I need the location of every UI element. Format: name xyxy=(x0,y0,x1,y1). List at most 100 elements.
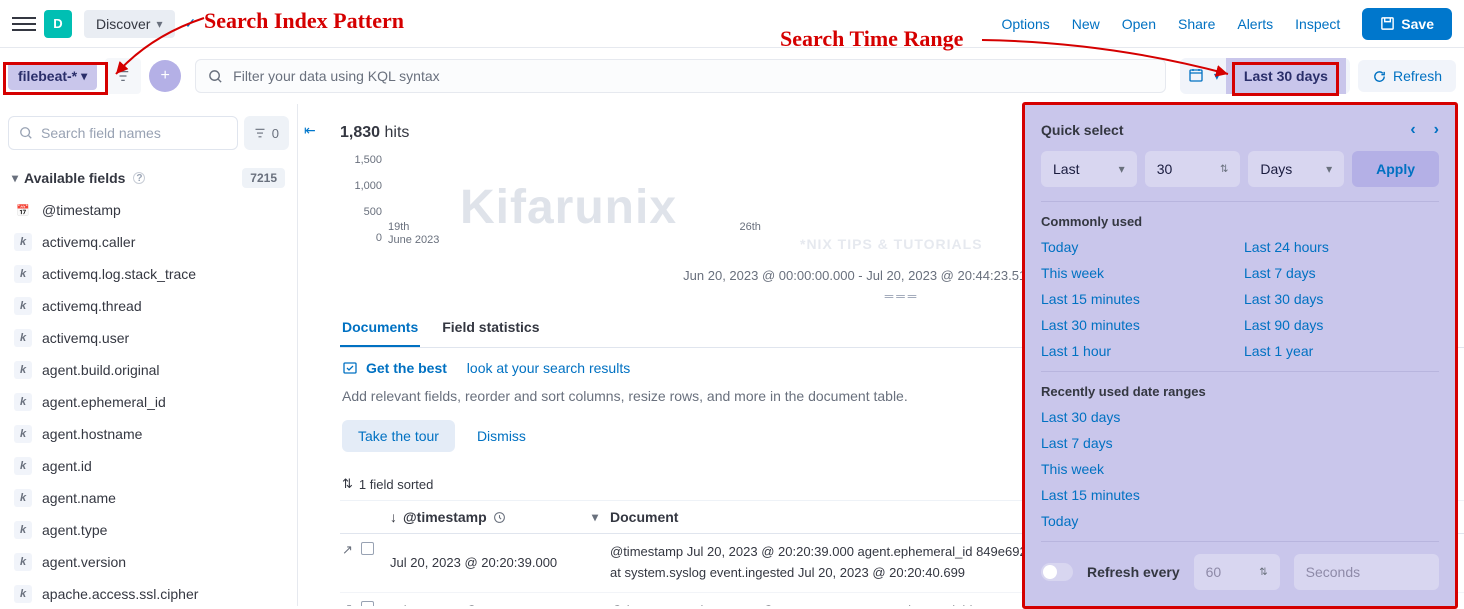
field-filter-count-button[interactable]: 0 xyxy=(244,116,289,150)
refresh-button[interactable]: Refresh xyxy=(1358,60,1456,92)
available-fields-count: 7215 xyxy=(242,168,285,188)
sort-desc-icon: ↓ xyxy=(390,509,397,525)
recent-range-link[interactable]: This week xyxy=(1041,461,1439,477)
date-picker[interactable]: ▾ Last 30 days xyxy=(1180,58,1350,94)
alerts-link[interactable]: Alerts xyxy=(1237,16,1273,32)
filter-icon xyxy=(116,69,130,83)
field-name: activemq.thread xyxy=(42,298,142,314)
options-link[interactable]: Options xyxy=(1001,16,1049,32)
share-link[interactable]: Share xyxy=(1178,16,1215,32)
quick-select-popover: Quick select ‹ › Last▾ 30⇅ Days▾ Apply C… xyxy=(1022,102,1458,609)
field-row[interactable]: kagent.name xyxy=(8,482,289,514)
keyword-type-icon: k xyxy=(14,361,32,379)
filter-icon xyxy=(254,127,266,139)
checkbox[interactable] xyxy=(361,542,374,555)
add-filter-button[interactable]: + xyxy=(149,60,181,92)
clock-icon xyxy=(493,511,506,524)
quick-select-unit[interactable]: Days▾ xyxy=(1248,151,1344,187)
time-preset-link[interactable]: Last 24 hours xyxy=(1244,239,1439,255)
keyword-type-icon: k xyxy=(14,393,32,411)
discover-selector[interactable]: Discover ▾ xyxy=(84,10,175,38)
field-row[interactable]: kapache.access.ssl.cipher xyxy=(8,578,289,606)
tab-documents[interactable]: Documents xyxy=(340,309,420,347)
field-row[interactable]: k agent.type xyxy=(8,514,289,546)
refresh-unit-select[interactable]: Seconds xyxy=(1294,554,1439,590)
time-preset-link[interactable]: Last 90 days xyxy=(1244,317,1439,333)
menu-icon[interactable] xyxy=(12,12,36,36)
chevron-down-icon[interactable]: ▾ xyxy=(1214,69,1220,83)
field-search-input[interactable]: Search field names xyxy=(8,116,238,150)
app-logo: D xyxy=(44,10,72,38)
time-preset-link[interactable]: Last 15 minutes xyxy=(1041,291,1236,307)
refresh-icon xyxy=(1372,69,1387,84)
checkbox[interactable] xyxy=(361,601,374,606)
column-timestamp-header[interactable]: ↓ @timestamp ▾ xyxy=(390,509,610,525)
kql-search-input[interactable]: Filter your data using KQL syntax xyxy=(195,59,1166,93)
field-name: @timestamp xyxy=(42,202,121,218)
recent-range-link[interactable]: Last 7 days xyxy=(1041,435,1439,451)
time-preset-link[interactable]: Last 30 days xyxy=(1244,291,1439,307)
keyword-type-icon: k xyxy=(14,489,32,507)
new-link[interactable]: New xyxy=(1072,16,1100,32)
recent-range-link[interactable]: Last 15 minutes xyxy=(1041,487,1439,503)
time-preset-link[interactable]: Last 30 minutes xyxy=(1041,317,1236,333)
field-row[interactable]: kagent.id xyxy=(8,450,289,482)
tab-field-statistics[interactable]: Field statistics xyxy=(440,309,541,347)
chevron-down-icon: ▾ xyxy=(12,171,18,185)
prev-range-button[interactable]: ‹ xyxy=(1410,121,1415,139)
refresh-every-label: Refresh every xyxy=(1087,564,1180,580)
field-name: agent.id xyxy=(42,458,92,474)
calendar-icon: 📅 xyxy=(14,201,32,219)
filter-button[interactable] xyxy=(105,58,141,94)
calendar-icon[interactable] xyxy=(1184,61,1208,92)
field-row[interactable]: k activemq.caller xyxy=(8,226,289,258)
field-row[interactable]: kagent.version xyxy=(8,546,289,578)
auto-refresh-toggle[interactable] xyxy=(1041,563,1073,581)
open-link[interactable]: Open xyxy=(1122,16,1156,32)
keyword-type-icon: k xyxy=(14,265,32,283)
inspect-link[interactable]: Inspect xyxy=(1295,16,1340,32)
field-row[interactable]: kactivemq.user xyxy=(8,322,289,354)
apply-button[interactable]: Apply xyxy=(1352,151,1439,187)
index-pattern-selector[interactable]: filebeat-* ▾ xyxy=(8,62,97,90)
field-name: agent.type xyxy=(42,522,107,538)
field-row[interactable]: kagent.hostname xyxy=(8,418,289,450)
collapse-sidebar-icon[interactable]: ⇤ xyxy=(304,122,316,139)
info-icon[interactable]: ? xyxy=(133,172,145,184)
field-row[interactable]: kagent.build.original xyxy=(8,354,289,386)
keyword-type-icon: k xyxy=(14,233,32,251)
recent-range-link[interactable]: Today xyxy=(1041,513,1439,529)
refresh-interval-input[interactable]: 60⇅ xyxy=(1194,554,1280,590)
dismiss-link[interactable]: Dismiss xyxy=(477,428,526,444)
chevron-down-icon[interactable]: ▾ xyxy=(592,510,598,524)
save-button[interactable]: Save xyxy=(1362,8,1452,40)
available-fields-label: Available fields xyxy=(24,170,125,186)
field-row[interactable]: 📅 @timestamp xyxy=(8,194,289,226)
field-row[interactable]: kactivemq.thread xyxy=(8,290,289,322)
keyword-type-icon: k xyxy=(14,553,32,571)
quick-select-value[interactable]: 30⇅ xyxy=(1145,151,1241,187)
time-preset-link[interactable]: Today xyxy=(1041,239,1236,255)
field-name: activemq.caller xyxy=(42,234,135,250)
available-fields-toggle[interactable]: ▾ Available fields ? 7215 xyxy=(8,162,289,194)
time-preset-link[interactable]: Last 1 year xyxy=(1244,343,1439,359)
expand-icon[interactable]: ↗ xyxy=(342,542,353,558)
time-preset-link[interactable]: Last 7 days xyxy=(1244,265,1439,281)
keyword-type-icon: k xyxy=(14,521,32,539)
field-row[interactable]: kactivemq.log.stack_trace xyxy=(8,258,289,290)
take-tour-button[interactable]: Take the tour xyxy=(342,420,455,452)
check-icon[interactable]: ✓ xyxy=(185,15,197,32)
next-range-button[interactable]: › xyxy=(1434,121,1439,139)
time-preset-link[interactable]: This week xyxy=(1041,265,1236,281)
expand-icon[interactable]: ↗ xyxy=(342,601,353,606)
quick-select-tense[interactable]: Last▾ xyxy=(1041,151,1137,187)
field-name: agent.hostname xyxy=(42,426,142,442)
cell-timestamp: Jul 20, 2023 @ 20:20:39.000 xyxy=(390,542,610,584)
recent-range-link[interactable]: Last 30 days xyxy=(1041,409,1439,425)
date-range-text[interactable]: Last 30 days xyxy=(1226,58,1346,94)
field-row[interactable]: k agent.ephemeral_id xyxy=(8,386,289,418)
sparkle-icon xyxy=(342,360,358,376)
time-preset-link[interactable]: Last 1 hour xyxy=(1041,343,1236,359)
chevron-down-icon: ▾ xyxy=(156,17,162,31)
field-name: agent.ephemeral_id xyxy=(42,394,166,410)
